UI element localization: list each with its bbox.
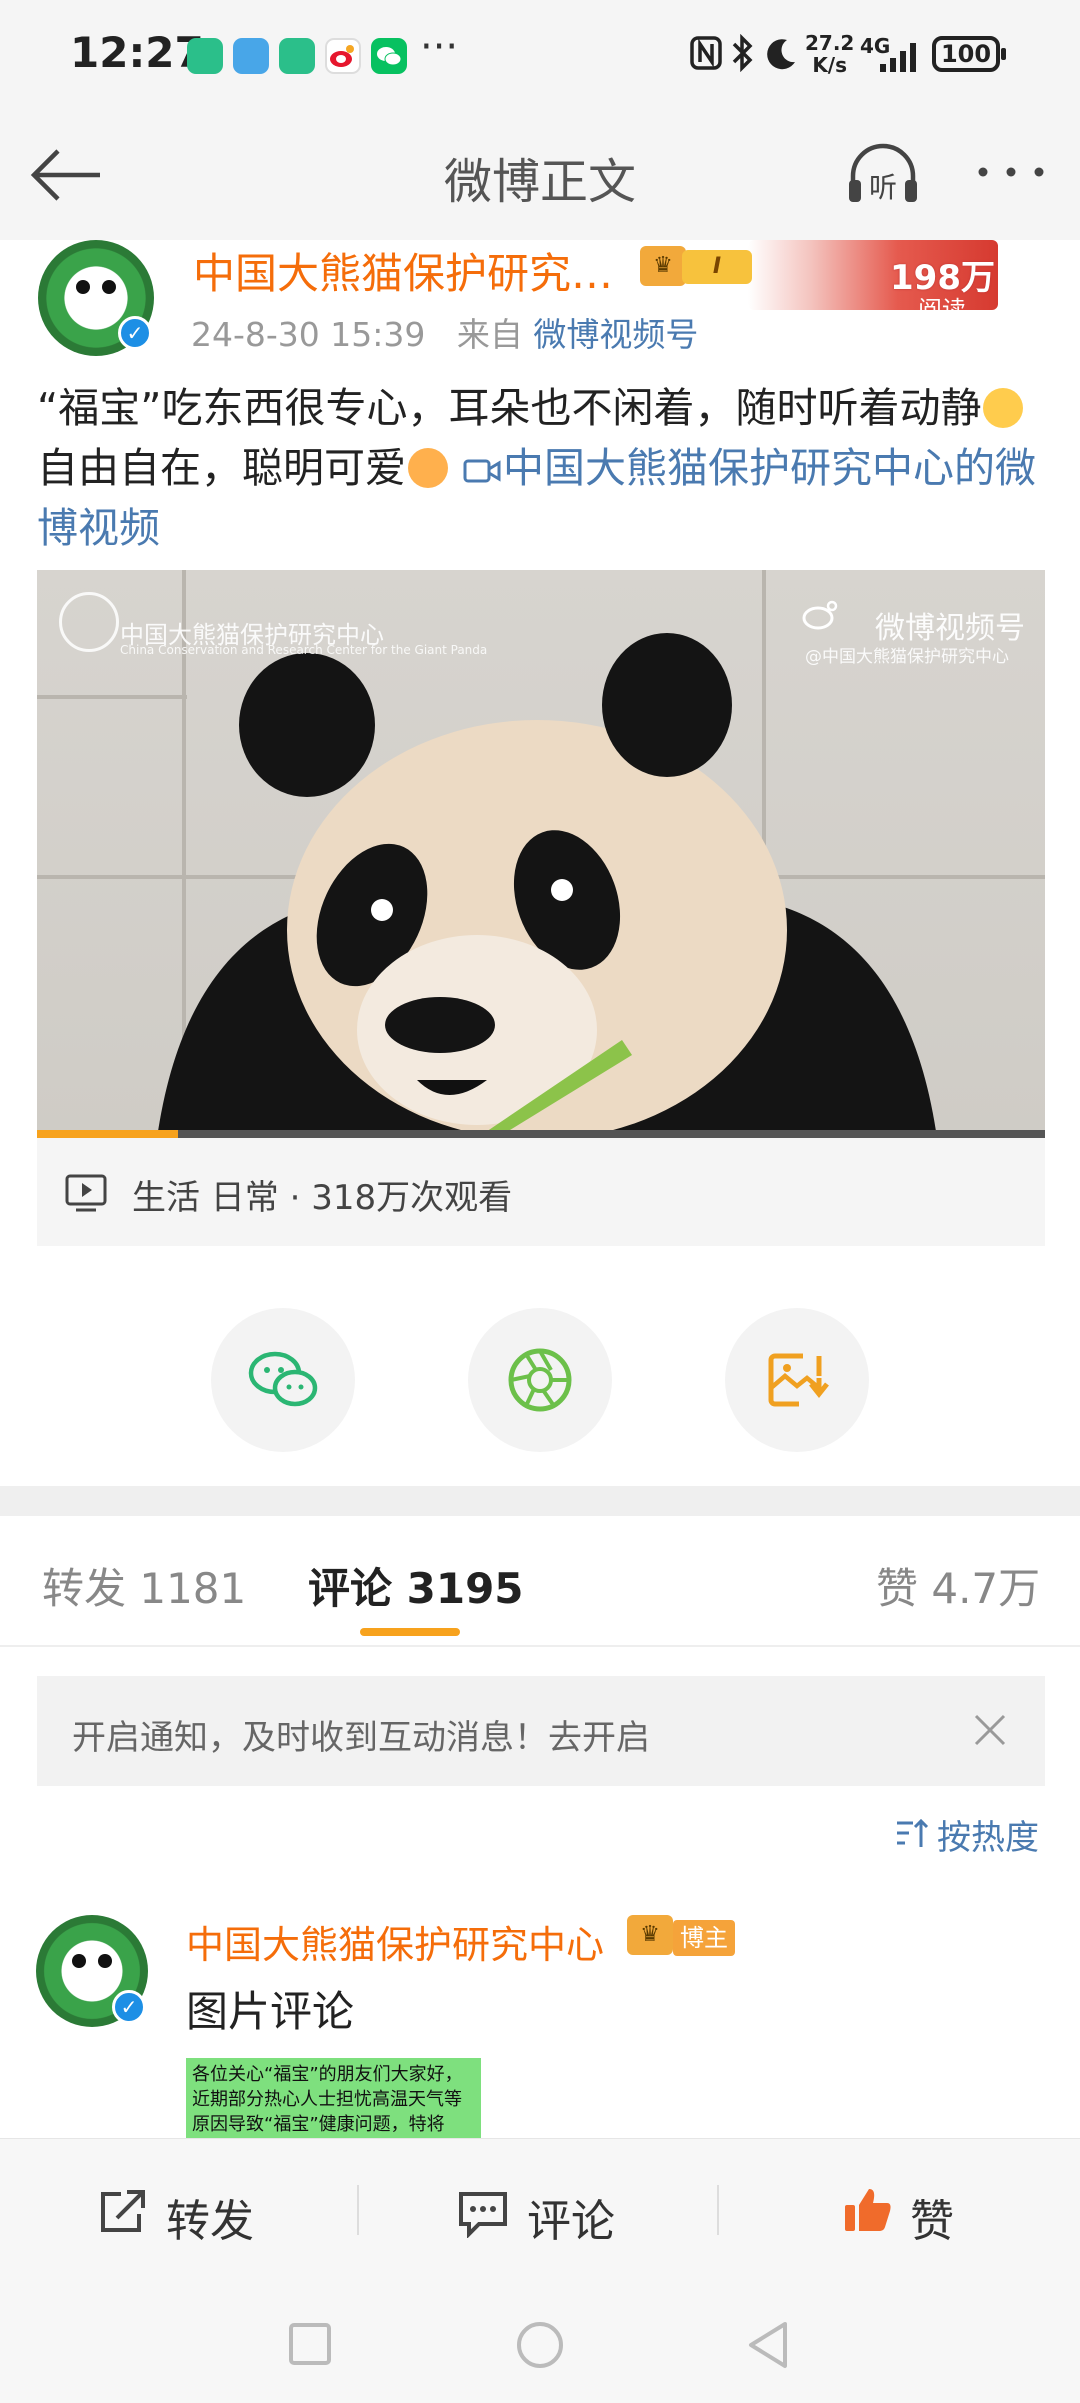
- video-progress-track[interactable]: [37, 1130, 1045, 1138]
- wechat-icon: [248, 1351, 318, 1407]
- battery-indicator: 100: [932, 36, 1006, 72]
- repost-button[interactable]: 转发: [166, 2185, 254, 2249]
- comment-button[interactable]: 评论: [527, 2185, 615, 2249]
- weibo-notification-icon: [325, 38, 361, 74]
- video-info-text: 生活 日常 · 318万次观看: [132, 1178, 513, 1218]
- like-button[interactable]: 赞: [910, 2185, 954, 2249]
- verified-badge-icon: ✓: [118, 316, 152, 350]
- post-meta: 24-8-30 15:39 来自 微博视频号: [191, 308, 698, 356]
- tab-repost[interactable]: 转发 1181: [42, 1555, 246, 1616]
- more-options-icon[interactable]: [975, 160, 1047, 188]
- do-not-disturb-moon-icon: [763, 36, 799, 76]
- video-watermark-right: 微博视频号: [875, 611, 1025, 646]
- bluetooth-icon: [730, 33, 756, 76]
- recent-apps-icon[interactable]: [288, 2322, 332, 2370]
- nfc-icon: [690, 36, 722, 74]
- share-moments-button[interactable]: [468, 1308, 612, 1452]
- bar-separator: [357, 2185, 359, 2235]
- source-prefix: 来自: [456, 315, 523, 354]
- video-play-icon: [64, 1173, 108, 1217]
- level-badge: I: [682, 250, 752, 284]
- comment-icon[interactable]: [457, 2190, 509, 2242]
- status-more-icon: ···: [420, 24, 459, 70]
- tab-comment[interactable]: 评论 3195: [308, 1555, 524, 1616]
- comment-image[interactable]: 各位关心“福宝”的朋友们大家好，近期部分热心人士担忧高温天气等原因导致“福宝”健…: [186, 2058, 481, 2138]
- read-count-label: 阅读: [918, 296, 966, 324]
- sort-icon[interactable]: [895, 1815, 931, 1855]
- save-image-icon: [768, 1353, 829, 1407]
- author-tag: 博主: [673, 1920, 735, 1956]
- status-time: 12:27: [70, 28, 204, 77]
- emoji-icon: [408, 448, 448, 488]
- comment-text: 图片评论: [186, 1987, 355, 2036]
- save-image-button[interactable]: [725, 1308, 869, 1452]
- svg-text:听: 听: [869, 171, 897, 204]
- home-icon[interactable]: [515, 2320, 565, 2374]
- post-time: 24-8-30 15:39: [191, 315, 426, 354]
- moments-shutter-icon: [508, 1348, 572, 1412]
- weibo-video-logo-icon: [802, 600, 840, 634]
- crown-icon: ♛: [640, 246, 686, 286]
- repost-icon[interactable]: [97, 2188, 149, 2240]
- listen-headphones-icon[interactable]: 听: [845, 142, 921, 212]
- like-thumb-icon[interactable]: [843, 2185, 893, 2239]
- author-name[interactable]: 中国大熊猫保护研究…: [193, 240, 613, 301]
- video-watermark-right-sub: @中国大熊猫保护研究中心: [805, 647, 1009, 667]
- video-watermark-left-sub: China Conservation and Research Center f…: [120, 643, 488, 657]
- back-triangle-icon[interactable]: [745, 2320, 791, 2374]
- sort-label[interactable]: 按热度: [937, 1810, 1039, 1859]
- app-notification-icon: [233, 38, 269, 74]
- tab-like[interactable]: 赞 4.7万: [876, 1555, 1040, 1616]
- video-camera-icon: [463, 459, 501, 483]
- share-wechat-button[interactable]: [211, 1308, 355, 1452]
- watermark-logo-icon: [59, 592, 119, 652]
- post-text-part2: 自由自在，聪明可爱: [37, 444, 406, 492]
- verified-badge-icon: ✓: [112, 1990, 146, 2024]
- section-divider: [0, 1486, 1080, 1516]
- wechat-notification-icon: [371, 38, 407, 74]
- commenter-name[interactable]: 中国大熊猫保护研究中心: [186, 1914, 604, 1969]
- post-text-part1: “福宝”吃东西很专心，耳朵也不闲着，随时听着动静: [37, 384, 982, 432]
- network-speed: 27.2 K/s: [805, 31, 855, 77]
- crown-icon: ♛: [627, 1915, 673, 1955]
- video-progress-fill: [37, 1130, 178, 1138]
- emoji-icon: [983, 388, 1024, 428]
- post-source-link[interactable]: 微博视频号: [533, 315, 698, 354]
- post-text: “福宝”吃东西很专心，耳朵也不闲着，随时听着动静自由自在，聪明可爱 中国大熊猫保…: [37, 378, 1047, 558]
- active-tab-indicator: [360, 1628, 460, 1636]
- tabs-divider: [0, 1645, 1080, 1647]
- app-notification-icon: [279, 38, 315, 74]
- notification-prompt-text[interactable]: 开启通知，及时收到互动消息！去开启: [72, 1710, 650, 1759]
- signal-icon: [862, 40, 922, 78]
- close-icon[interactable]: [972, 1712, 1008, 1752]
- app-notification-icon: [187, 38, 223, 74]
- bar-separator: [717, 2185, 719, 2235]
